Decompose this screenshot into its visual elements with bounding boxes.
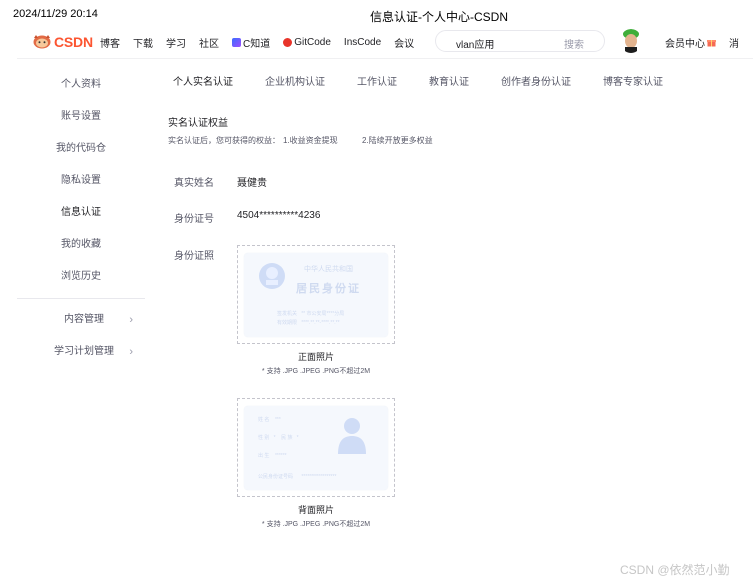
portrait-icon — [338, 418, 366, 454]
nav-learn[interactable]: 学习 — [166, 35, 186, 50]
tab-blog-expert[interactable]: 博客专家认证 — [603, 73, 663, 88]
gitcode-icon — [283, 38, 293, 47]
sidebar-item-history[interactable]: 浏览历史 — [17, 262, 145, 294]
sidebar-item-verification[interactable]: 信息认证 — [17, 198, 145, 230]
card-line-1-value: ** 市公安局****分局 — [301, 311, 345, 317]
id-number-label: 身份证号 — [174, 214, 214, 225]
search-query: vlan应用 — [456, 40, 495, 51]
id-number-value: 4504**********4236 — [237, 210, 321, 221]
card-row-id-number: 公民身份证号码 ****************** — [258, 473, 336, 480]
real-name-value: 聂健贵 — [237, 178, 267, 189]
card-line-1: 签发机关 ** 市公安局****分局 — [277, 310, 344, 317]
search-button[interactable]: 搜索 — [564, 36, 584, 51]
logo-text: CSDN — [54, 34, 93, 50]
nav-label: C知道 — [243, 39, 271, 50]
card-line-2-label: 有效期限 — [277, 320, 298, 326]
real-name-label: 真实姓名 — [174, 178, 214, 189]
messages-link[interactable]: 消 — [729, 35, 739, 50]
tab-enterprise[interactable]: 企业机构认证 — [265, 73, 325, 88]
tab-work[interactable]: 工作认证 — [357, 73, 397, 88]
card-row-value: ****** — [274, 453, 287, 459]
sidebar-divider — [17, 298, 145, 299]
card-row-label: 性 别 — [258, 435, 270, 441]
nav-c-zhidao[interactable]: C知道 — [232, 35, 270, 50]
card-subtitle: 居民身份证 — [296, 283, 361, 295]
sidebar-group-learning-plan[interactable]: 学习计划管理 › — [17, 337, 145, 369]
nav-community[interactable]: 社区 — [199, 35, 219, 50]
nav-download[interactable]: 下载 — [133, 35, 153, 50]
watermark: CSDN @依然范小勤 — [620, 563, 730, 577]
member-center-link[interactable]: 会员中心 — [665, 35, 716, 50]
nav-label: 社区 — [199, 39, 219, 50]
rights-item-2: 2.陆续开放更多权益 — [362, 136, 433, 145]
gift-icon — [707, 38, 716, 47]
sidebar-group-label: 学习计划管理 — [54, 346, 114, 357]
id-front-caption: 正面照片 — [297, 352, 334, 362]
nav-label: 会议 — [394, 39, 415, 50]
id-front-hint: * 支持 .JPG .JPEG .PNG不超过2M — [261, 368, 371, 375]
c-zhidao-icon — [232, 38, 241, 47]
card-row-label: 姓 名 — [258, 417, 270, 423]
nav-label: GitCode — [294, 37, 331, 48]
card-line-1-label: 签发机关 — [277, 311, 298, 317]
nav-gitcode[interactable]: GitCode — [283, 35, 331, 50]
nav-label: 博客 — [100, 39, 120, 50]
member-center-label: 会员中心 — [665, 39, 705, 50]
id-card-back-placeholder: 姓 名 *** 性 别 * 民 族 * 出 生 ****** 公民身份证号码 *… — [244, 406, 388, 490]
verification-tabs: 个人实名认证 企业机构认证 工作认证 教育认证 创作者身份认证 博客专家认证 — [173, 73, 663, 88]
id-back-caption: 背面照片 — [297, 505, 334, 515]
card-line-2: 有效期限 ****.**.**-****.**.** — [277, 319, 340, 326]
avatar[interactable] — [620, 29, 642, 53]
nav-inscode[interactable]: InsCode — [344, 35, 381, 50]
search-input[interactable]: vlan应用 搜索 — [435, 30, 605, 52]
card-row-value: ****************** — [301, 474, 337, 480]
sidebar-group-label: 内容管理 — [64, 314, 104, 325]
chevron-right-icon: › — [129, 346, 133, 358]
card-row-label: 民 族 — [281, 435, 293, 441]
id-front-upload[interactable]: 中华人民共和国 居民身份证 签发机关 ** 市公安局****分局 有效期限 **… — [237, 245, 395, 344]
print-header: 2024/11/29 20:14 信息认证-个人中心-CSDN — [0, 0, 753, 26]
sidebar-item-favorites[interactable]: 我的收藏 — [17, 230, 145, 262]
nav-label: InsCode — [343, 37, 382, 48]
card-row-value: *** — [274, 417, 281, 423]
tab-education[interactable]: 教育认证 — [429, 73, 469, 88]
sidebar-item-profile[interactable]: 个人资料 — [17, 70, 145, 102]
print-title: 信息认证-个人中心-CSDN — [370, 10, 508, 24]
nav-label: 学习 — [166, 39, 186, 50]
csdn-logo[interactable]: CSDN — [33, 33, 93, 51]
sidebar: 个人资料 账号设置 我的代码仓 隐私设置 信息认证 我的收藏 浏览历史 内容管理… — [17, 70, 145, 369]
card-title: 中华人民共和国 — [304, 266, 353, 273]
card-row-label: 公民身份证号码 — [258, 474, 294, 480]
card-row-gender: 性 别 * 民 族 * — [258, 434, 299, 441]
id-photo-label: 身份证照 — [174, 251, 214, 262]
rights-prefix: 实名认证后，您可获得的权益： — [168, 136, 280, 145]
id-back-upload[interactable]: 姓 名 *** 性 别 * 民 族 * 出 生 ****** 公民身份证号码 *… — [237, 398, 395, 497]
main-nav: 博客 下载 学习 社区 C知道 GitCode InsCode 会议 — [100, 35, 427, 50]
nav-blog[interactable]: 博客 — [100, 35, 120, 50]
nav-label: 下载 — [133, 39, 153, 50]
rights-item-1: 1.收益资金提现 — [283, 136, 338, 145]
sidebar-item-privacy[interactable]: 隐私设置 — [17, 166, 145, 198]
tab-personal[interactable]: 个人实名认证 — [173, 73, 233, 88]
nav-meeting[interactable]: 会议 — [394, 35, 414, 50]
top-navbar: CSDN 博客 下载 学习 社区 C知道 GitCode InsCode 会议 … — [0, 28, 753, 58]
mascot-icon — [33, 35, 51, 49]
sidebar-item-code-repo[interactable]: 我的代码仓 — [17, 134, 145, 166]
header-divider — [17, 58, 753, 59]
card-row-name: 姓 名 *** — [258, 416, 281, 423]
card-line-2-value: ****.**.**-****.**.** — [301, 320, 340, 326]
id-back-hint: * 支持 .JPG .JPEG .PNG不超过2M — [261, 521, 371, 528]
chevron-right-icon: › — [129, 314, 133, 326]
card-row-label: 出 生 — [258, 453, 270, 459]
sidebar-group-content[interactable]: 内容管理 › — [17, 305, 145, 337]
national-emblem-icon — [259, 263, 285, 289]
card-row-value: * — [273, 435, 276, 441]
tab-creator[interactable]: 创作者身份认证 — [501, 73, 571, 88]
card-row-value: * — [296, 435, 299, 441]
sidebar-item-account[interactable]: 账号设置 — [17, 102, 145, 134]
rights-title: 实名认证权益 — [168, 118, 228, 129]
card-row-birth: 出 生 ****** — [258, 452, 287, 459]
id-card-front-placeholder: 中华人民共和国 居民身份证 签发机关 ** 市公安局****分局 有效期限 **… — [244, 253, 388, 337]
